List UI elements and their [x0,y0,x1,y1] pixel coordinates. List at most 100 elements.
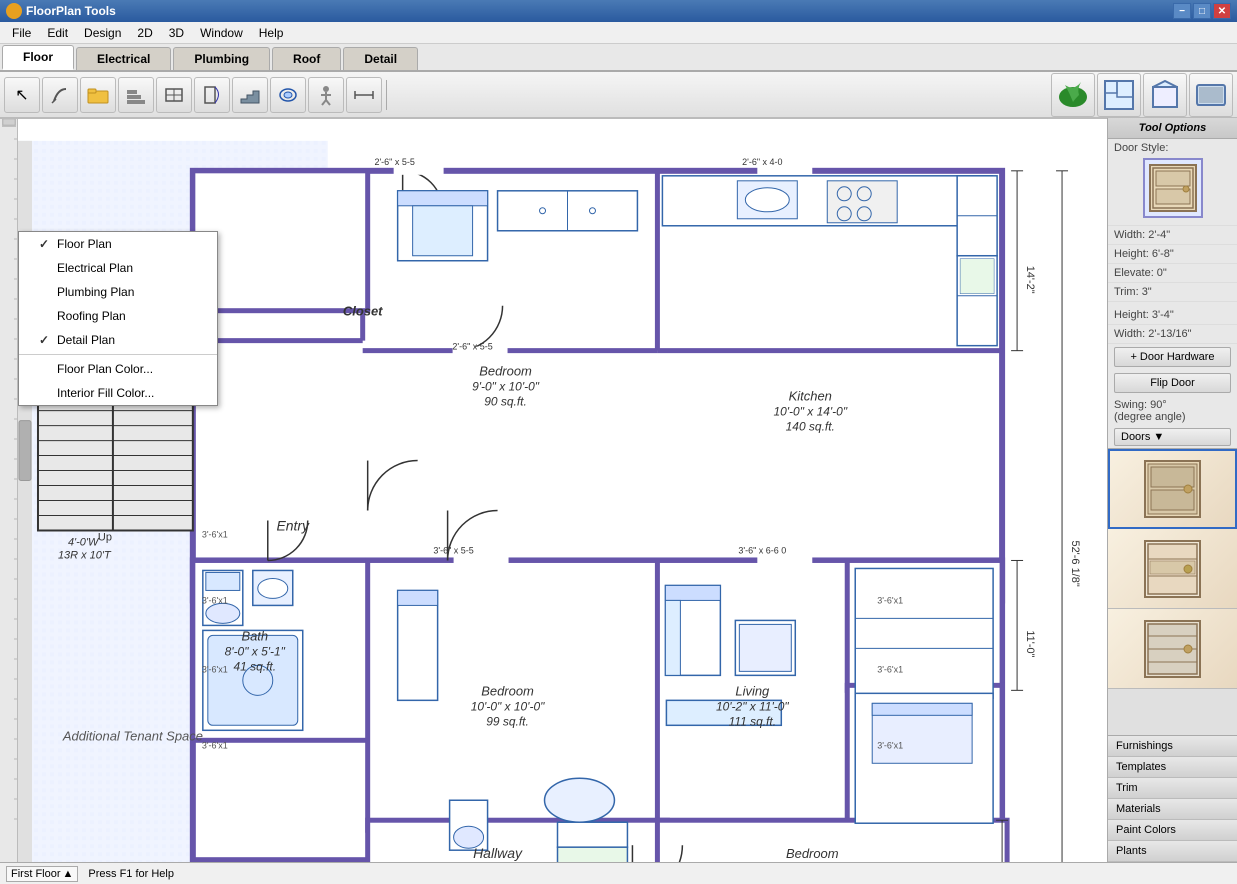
svg-text:4'-0'W: 4'-0'W [68,536,100,548]
door-style-row: Door Style: [1108,139,1237,226]
tool-options-header: Tool Options [1108,118,1237,139]
svg-text:99 sq.ft.: 99 sq.ft. [486,714,529,728]
window-controls: − □ ✕ [1173,3,1231,19]
svg-text:10'-0" x 10'-0": 10'-0" x 10'-0" [471,699,545,713]
tab-detail[interactable]: Detail [343,47,418,70]
cat-plants[interactable]: Plants [1108,841,1237,862]
svg-text:Kitchen: Kitchen [789,389,832,404]
toolbar-window[interactable] [156,77,192,113]
toolbar-furniture[interactable] [270,77,306,113]
svg-text:111 sq.ft.: 111 sq.ft. [729,714,776,728]
trim-label: Trim: 3" [1114,286,1152,298]
dropdown-interior-fill-color[interactable]: Interior Fill Color... [19,381,217,405]
dropdown-floor-plan[interactable]: ✓ Floor Plan [19,232,217,256]
cat-furnishings[interactable]: Furnishings [1108,736,1237,757]
svg-text:Additional Tenant Space: Additional Tenant Space [62,728,203,743]
toolbar-3d-view[interactable] [1143,73,1187,117]
svg-text:52'-6 1/8": 52'-6 1/8" [1069,540,1081,586]
door-thumb-2[interactable] [1108,529,1237,609]
detail-plan-check: ✓ [39,333,51,347]
dropdown-floor-plan-color-label: Floor Plan Color... [57,362,153,376]
toolbar: ↖ [0,72,1237,118]
door-thumb-3[interactable] [1108,609,1237,689]
dropdown-floor-plan-color[interactable]: Floor Plan Color... [19,357,217,381]
cat-materials[interactable]: Materials [1108,799,1237,820]
floor-menu-dropdown: ✓ Floor Plan Electrical Plan Plumbing Pl… [18,231,218,406]
floor-plan-check: ✓ [39,237,51,251]
cat-trim[interactable]: Trim [1108,778,1237,799]
door-style-label: Door Style: [1114,142,1168,154]
door-hardware-button[interactable]: + Door Hardware [1114,347,1231,367]
tab-electrical[interactable]: Electrical [76,47,171,70]
app-title: FloorPlan Tools [26,4,116,18]
close-button[interactable]: ✕ [1213,3,1231,19]
width-label: Width: 2'-4" [1114,229,1170,241]
width-row: Width: 2'-4" [1108,226,1237,245]
swing-label: Swing: 90° [1114,399,1231,411]
floor-arrow: ▲ [63,868,74,880]
tool-options-title: Tool Options [1139,122,1206,134]
door-thumbnails-list [1108,448,1237,735]
menu-edit[interactable]: Edit [39,24,76,42]
menu-file[interactable]: File [4,24,39,42]
svg-text:Closet: Closet [343,304,383,319]
cat-templates[interactable]: Templates [1108,757,1237,778]
dropdown-floor-plan-label: Floor Plan [57,237,112,251]
menu-design[interactable]: Design [76,24,129,42]
svg-text:Up: Up [98,531,112,543]
svg-text:Entry: Entry [276,517,310,533]
toolbar-draw[interactable] [42,77,78,113]
menu-3d[interactable]: 3D [161,24,192,42]
dropdown-electrical-plan[interactable]: Electrical Plan [19,256,217,280]
trim-row: Trim: 3" [1108,283,1237,302]
svg-text:3'-6" x 6-6 0: 3'-6" x 6-6 0 [738,545,786,555]
toolbar-figure[interactable] [308,77,344,113]
svg-text:3'-6'x1: 3'-6'x1 [877,595,903,605]
svg-text:10'-0" x 14'-0": 10'-0" x 14'-0" [773,405,847,419]
svg-text:14'-2": 14'-2" [1024,266,1036,294]
flip-door-button[interactable]: Flip Door [1114,373,1231,393]
minimize-button[interactable]: − [1173,3,1191,19]
tab-plumbing[interactable]: Plumbing [173,47,270,70]
height2-label: Height: 3'-4" [1114,309,1174,321]
svg-text:10'-2" x 11'-0": 10'-2" x 11'-0" [716,699,789,713]
svg-text:90 sq.ft.: 90 sq.ft. [484,395,527,409]
toolbar-stairs[interactable] [118,77,154,113]
floor-selector[interactable]: First Floor ▲ [6,866,78,882]
dropdown-separator [19,354,217,355]
swing-sub: (degree angle) [1114,411,1231,423]
svg-text:Bath: Bath [241,628,268,643]
doors-dropdown[interactable]: Doors ▼ [1114,428,1231,446]
height2-row: Height: 3'-4" [1108,306,1237,325]
svg-text:Hallway: Hallway [473,845,523,861]
dropdown-detail-plan[interactable]: ✓ Detail Plan [19,328,217,352]
toolbar-dimension[interactable] [346,77,382,113]
door-image-1 [1138,457,1208,522]
toolbar-floorplan-view[interactable] [1097,73,1141,117]
main-area: 4'-0'W 13R x 10'T Up [0,118,1237,862]
menu-window[interactable]: Window [192,24,251,42]
toolbar-render-view[interactable] [1189,73,1233,117]
toolbar-door[interactable] [194,77,230,113]
cat-paint-colors[interactable]: Paint Colors [1108,820,1237,841]
door-style-preview[interactable] [1143,158,1203,218]
menu-2d[interactable]: 2D [129,24,160,42]
dropdown-roofing-plan[interactable]: Roofing Plan [19,304,217,328]
help-text: Press F1 for Help [88,868,174,880]
toolbar-select[interactable]: ↖ [4,77,40,113]
tab-roof[interactable]: Roof [272,47,341,70]
door-thumb-1[interactable] [1108,449,1237,529]
svg-text:41 sq.ft.: 41 sq.ft. [233,659,276,673]
right-panel: Tool Options Door Style: Width: 2'-4" He… [1107,118,1237,862]
menu-help[interactable]: Help [251,24,292,42]
toolbar-stairs2[interactable] [232,77,268,113]
svg-text:3'-6'x1: 3'-6'x1 [202,529,228,539]
toolbar-eco[interactable] [1051,73,1095,117]
maximize-button[interactable]: □ [1193,3,1211,19]
dropdown-interior-fill-color-label: Interior Fill Color... [57,386,154,400]
dropdown-plumbing-plan[interactable]: Plumbing Plan [19,280,217,304]
tab-floor[interactable]: Floor [2,45,74,70]
canvas-area[interactable]: 4'-0'W 13R x 10'T Up [18,119,1107,862]
toolbar-folder[interactable] [80,77,116,113]
svg-text:2'-6" x 5-5: 2'-6" x 5-5 [452,342,492,352]
